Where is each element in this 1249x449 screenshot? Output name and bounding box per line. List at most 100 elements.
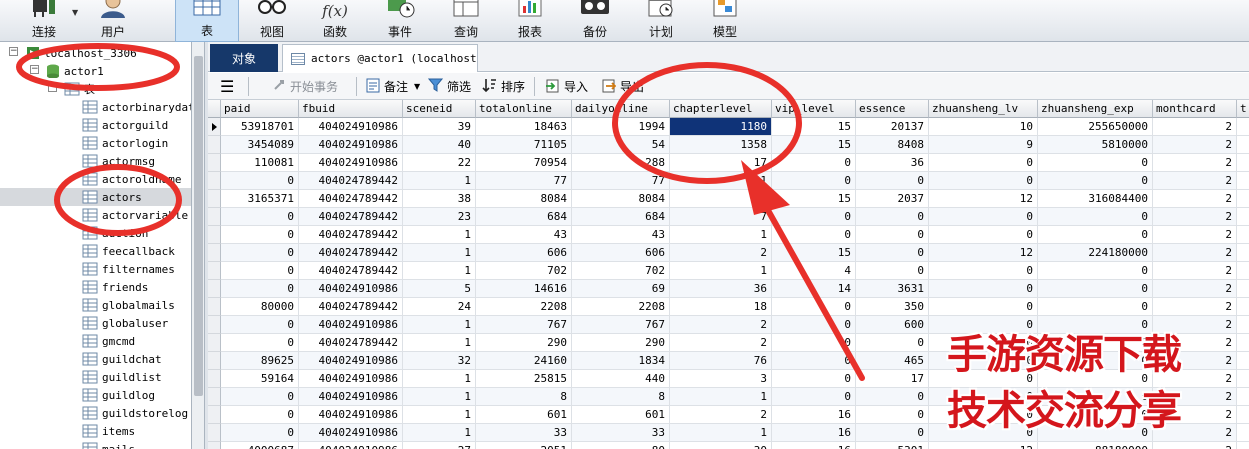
column-header-dailyonline[interactable]: dailyonline: [572, 100, 670, 118]
tree-table-actorlogin[interactable]: actorlogin: [82, 134, 168, 152]
cell-t[interactable]: [1237, 226, 1249, 244]
cell-t[interactable]: [1237, 370, 1249, 388]
cell-sceneid[interactable]: 1: [403, 388, 476, 406]
cell-essence[interactable]: 8408: [856, 136, 929, 154]
cell-essence[interactable]: 0: [856, 334, 929, 352]
cell-paid[interactable]: 53918701: [221, 118, 299, 136]
cell-chapterlevel[interactable]: 1: [670, 262, 772, 280]
cell-monthcard[interactable]: 2: [1153, 298, 1237, 316]
cell-dailyonline[interactable]: 54: [572, 136, 670, 154]
cell-zhuansheng_exp[interactable]: 88180000: [1038, 442, 1153, 449]
cell-monthcard[interactable]: 2: [1153, 316, 1237, 334]
cell-zhuansheng_exp[interactable]: 255650000: [1038, 118, 1153, 136]
cell-t[interactable]: [1237, 334, 1249, 352]
cell-t[interactable]: [1237, 190, 1249, 208]
cell-monthcard[interactable]: 2: [1153, 190, 1237, 208]
column-header-fbuid[interactable]: fbuid: [299, 100, 403, 118]
row-header[interactable]: [208, 424, 221, 442]
cell-chapterlevel[interactable]: 18: [670, 298, 772, 316]
begin-transaction-button[interactable]: 开始事务: [272, 77, 338, 96]
cell-zhuansheng_lv[interactable]: 12: [929, 244, 1038, 262]
row-header[interactable]: [208, 136, 221, 154]
cell-t[interactable]: [1237, 262, 1249, 280]
cell-essence[interactable]: 3631: [856, 280, 929, 298]
row-header[interactable]: [208, 298, 221, 316]
cell-monthcard[interactable]: 2: [1153, 370, 1237, 388]
row-header[interactable]: [208, 172, 221, 190]
toolbar-table-button[interactable]: 表: [175, 0, 239, 42]
cell-chapterlevel[interactable]: 2: [670, 334, 772, 352]
cell-vip_level[interactable]: 15: [772, 118, 856, 136]
cell-vip_level[interactable]: 16: [772, 406, 856, 424]
cell-essence[interactable]: 600: [856, 316, 929, 334]
column-header-totalonline[interactable]: totalonline: [476, 100, 572, 118]
cell-monthcard[interactable]: 2: [1153, 442, 1237, 449]
cell-dailyonline[interactable]: 606: [572, 244, 670, 262]
cell-vip_level[interactable]: 4: [772, 262, 856, 280]
row-header[interactable]: [208, 244, 221, 262]
cell-t[interactable]: [1237, 172, 1249, 190]
cell-zhuansheng_lv[interactable]: 0: [929, 388, 1038, 406]
cell-essence[interactable]: 0: [856, 406, 929, 424]
cell-vip_level[interactable]: 16: [772, 442, 856, 449]
cell-totalonline[interactable]: 601: [476, 406, 572, 424]
collapse-database-icon[interactable]: −: [30, 65, 39, 74]
cell-sceneid[interactable]: 1: [403, 226, 476, 244]
cell-dailyonline[interactable]: 69: [572, 280, 670, 298]
cell-sceneid[interactable]: 38: [403, 190, 476, 208]
cell-vip_level[interactable]: 0: [772, 226, 856, 244]
cell-fbuid[interactable]: 404024789442: [299, 190, 403, 208]
cell-zhuansheng_lv[interactable]: 0: [929, 298, 1038, 316]
row-header[interactable]: [208, 406, 221, 424]
cell-zhuansheng_lv[interactable]: 0: [929, 172, 1038, 190]
toolbar-backup-button[interactable]: 备份: [565, 0, 625, 42]
cell-paid[interactable]: 0: [221, 280, 299, 298]
cell-essence[interactable]: 0: [856, 172, 929, 190]
cell-paid[interactable]: 0: [221, 424, 299, 442]
cell-t[interactable]: [1237, 118, 1249, 136]
cell-vip_level[interactable]: 15: [772, 190, 856, 208]
cell-paid[interactable]: 0: [221, 388, 299, 406]
tree-table-friends[interactable]: friends: [82, 278, 148, 296]
toolbar-query-button[interactable]: 查询: [436, 0, 496, 42]
toolbar-user-button[interactable]: 用户: [82, 0, 144, 42]
collapse-tables-icon[interactable]: −: [48, 83, 57, 92]
cell-chapterlevel[interactable]: 30: [670, 442, 772, 449]
grid-corner[interactable]: [208, 100, 221, 118]
note-button[interactable]: 备注 ▼: [366, 77, 420, 96]
cell-monthcard[interactable]: 2: [1153, 280, 1237, 298]
filter-button[interactable]: 筛选: [427, 77, 471, 96]
cell-t[interactable]: [1237, 244, 1249, 262]
cell-zhuansheng_exp[interactable]: 0: [1038, 334, 1153, 352]
toolbar-schedule-button[interactable]: 计划: [631, 0, 691, 42]
cell-monthcard[interactable]: 2: [1153, 226, 1237, 244]
tree-table-items[interactable]: items: [82, 422, 135, 440]
cell-chapterlevel[interactable]: 76: [670, 352, 772, 370]
cell-totalonline[interactable]: 290: [476, 334, 572, 352]
cell-zhuansheng_exp[interactable]: 5810000: [1038, 136, 1153, 154]
cell-t[interactable]: [1237, 298, 1249, 316]
cell-chapterlevel[interactable]: 1: [670, 172, 772, 190]
row-header[interactable]: [208, 280, 221, 298]
row-header[interactable]: [208, 226, 221, 244]
tree-table-guildstorelog[interactable]: guildstorelog: [82, 404, 188, 422]
cell-t[interactable]: [1237, 442, 1249, 449]
tree-table-feecallback[interactable]: feecallback: [82, 242, 175, 260]
row-header[interactable]: [208, 352, 221, 370]
cell-sceneid[interactable]: 39: [403, 118, 476, 136]
cell-zhuansheng_exp[interactable]: 0: [1038, 262, 1153, 280]
cell-paid[interactable]: 3165371: [221, 190, 299, 208]
cell-vip_level[interactable]: 14: [772, 280, 856, 298]
cell-fbuid[interactable]: 404024910986: [299, 352, 403, 370]
tree-table-globalmails[interactable]: globalmails: [82, 296, 175, 314]
cell-sceneid[interactable]: 32: [403, 352, 476, 370]
cell-zhuansheng_lv[interactable]: 0: [929, 208, 1038, 226]
cell-paid[interactable]: 59164: [221, 370, 299, 388]
cell-zhuansheng_exp[interactable]: 0: [1038, 370, 1153, 388]
tree-table-gmcmd[interactable]: gmcmd: [82, 332, 135, 350]
cell-monthcard[interactable]: 2: [1153, 406, 1237, 424]
cell-dailyonline[interactable]: 2208: [572, 298, 670, 316]
row-header[interactable]: [208, 118, 221, 136]
cell-zhuansheng_lv[interactable]: 9: [929, 136, 1038, 154]
cell-fbuid[interactable]: 404024910986: [299, 442, 403, 449]
